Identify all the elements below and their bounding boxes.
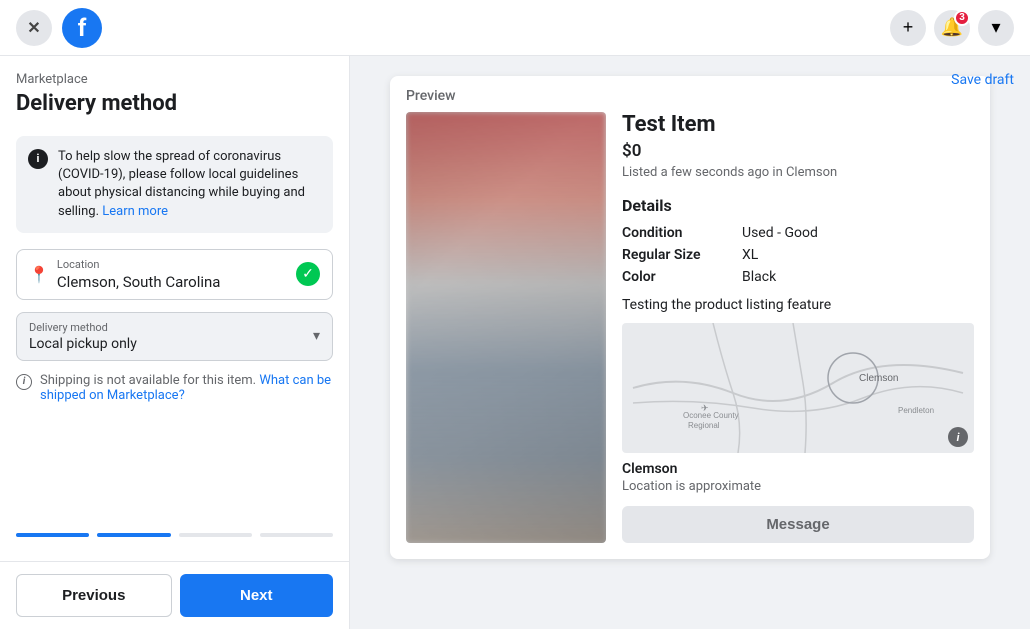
item-description: Testing the product listing feature <box>622 297 974 313</box>
title-area: Marketplace Delivery method <box>16 72 177 120</box>
page-title: Delivery method <box>16 91 177 116</box>
shipping-note: i Shipping is not available for this ite… <box>16 373 333 403</box>
preview-image <box>406 112 606 543</box>
chevron-down-icon: ▾ <box>991 17 1000 38</box>
info-icon: i <box>28 149 48 169</box>
close-icon: ✕ <box>27 18 40 38</box>
preview-details: Test Item $0 Listed a few seconds ago in… <box>622 112 974 543</box>
delivery-label: Delivery method <box>29 321 137 334</box>
detail-key-size: Regular Size <box>622 247 742 263</box>
location-check-icon: ✓ <box>296 262 320 286</box>
progress-segment-2 <box>97 533 170 537</box>
next-button[interactable]: Next <box>180 574 334 617</box>
notification-badge: 3 <box>954 10 970 26</box>
progress-segment-3 <box>179 533 252 537</box>
dropdown-button[interactable]: ▾ <box>978 10 1014 46</box>
breadcrumb: Marketplace <box>16 72 177 87</box>
shipping-note-text: Shipping is not available for this item.… <box>40 373 333 403</box>
message-button[interactable]: Message <box>622 506 974 543</box>
product-image-blur <box>406 112 606 543</box>
chevron-down-icon: ▾ <box>313 328 320 344</box>
left-panel: Marketplace Delivery method Save draft i… <box>0 56 350 629</box>
delivery-method-field[interactable]: Delivery method Local pickup only ▾ <box>16 312 333 361</box>
delivery-field-content: Delivery method Local pickup only <box>29 321 137 352</box>
map-svg: Clemson Oconee County Regional Pendleton… <box>622 323 974 453</box>
topbar: ✕ f + 🔔 3 ▾ <box>0 0 1030 56</box>
detail-val-size: XL <box>742 247 758 263</box>
svg-text:✈: ✈ <box>701 404 709 414</box>
learn-more-link[interactable]: Learn more <box>102 204 168 219</box>
main-layout: Marketplace Delivery method Save draft i… <box>0 56 1030 629</box>
preview-content: Test Item $0 Listed a few seconds ago in… <box>390 112 990 559</box>
close-button[interactable]: ✕ <box>16 10 52 46</box>
delivery-value: Local pickup only <box>29 336 137 352</box>
detail-val-color: Black <box>742 269 776 285</box>
item-listed: Listed a few seconds ago in Clemson <box>622 165 974 180</box>
title-row: Marketplace Delivery method Save draft <box>16 72 333 120</box>
left-content: Marketplace Delivery method Save draft i… <box>0 56 349 533</box>
topbar-right: + 🔔 3 ▾ <box>890 10 1014 46</box>
svg-text:Pendleton: Pendleton <box>898 406 934 415</box>
detail-color: Color Black <box>622 269 974 285</box>
topbar-left: ✕ f <box>16 8 102 48</box>
location-pin-icon: 📍 <box>29 265 49 284</box>
progress-segment-4 <box>260 533 333 537</box>
detail-key-condition: Condition <box>622 225 742 241</box>
map-location-sub: Location is approximate <box>622 479 974 494</box>
info-box: i To help slow the spread of coronavirus… <box>16 136 333 233</box>
detail-size: Regular Size XL <box>622 247 974 263</box>
add-button[interactable]: + <box>890 10 926 46</box>
facebook-logo: f <box>62 8 102 48</box>
details-heading: Details <box>622 196 974 215</box>
progress-bar <box>0 533 349 545</box>
preview-label: Preview <box>390 76 990 112</box>
plus-icon: + <box>903 17 914 38</box>
map-info-icon: i <box>948 427 968 447</box>
info-circle-icon: i <box>16 374 32 390</box>
location-field: 📍 Location Clemson, South Carolina ✓ <box>16 249 333 300</box>
progress-segment-1 <box>16 533 89 537</box>
detail-condition: Condition Used - Good <box>622 225 974 241</box>
right-panel: Preview Test Item $0 Listed a few second… <box>350 56 1030 629</box>
location-field-content: Location Clemson, South Carolina <box>57 258 221 291</box>
preview-card: Preview Test Item $0 Listed a few second… <box>390 76 990 559</box>
svg-text:Regional: Regional <box>688 421 720 430</box>
location-field-row: 📍 Location Clemson, South Carolina ✓ <box>29 258 320 291</box>
item-price: $0 <box>622 141 974 161</box>
info-text: To help slow the spread of coronavirus (… <box>58 148 321 221</box>
map-location-name: Clemson <box>622 461 974 477</box>
svg-text:Oconee County: Oconee County <box>683 411 739 420</box>
previous-button[interactable]: Previous <box>16 574 172 617</box>
location-value: Clemson, South Carolina <box>57 273 221 291</box>
svg-text:Clemson: Clemson <box>859 373 898 384</box>
notification-button[interactable]: 🔔 3 <box>934 10 970 46</box>
detail-key-color: Color <box>622 269 742 285</box>
item-title: Test Item <box>622 112 974 137</box>
bottom-buttons: Previous Next <box>0 561 349 629</box>
map-area: Clemson Oconee County Regional Pendleton… <box>622 323 974 453</box>
detail-val-condition: Used - Good <box>742 225 818 241</box>
location-label: Location <box>57 258 221 271</box>
